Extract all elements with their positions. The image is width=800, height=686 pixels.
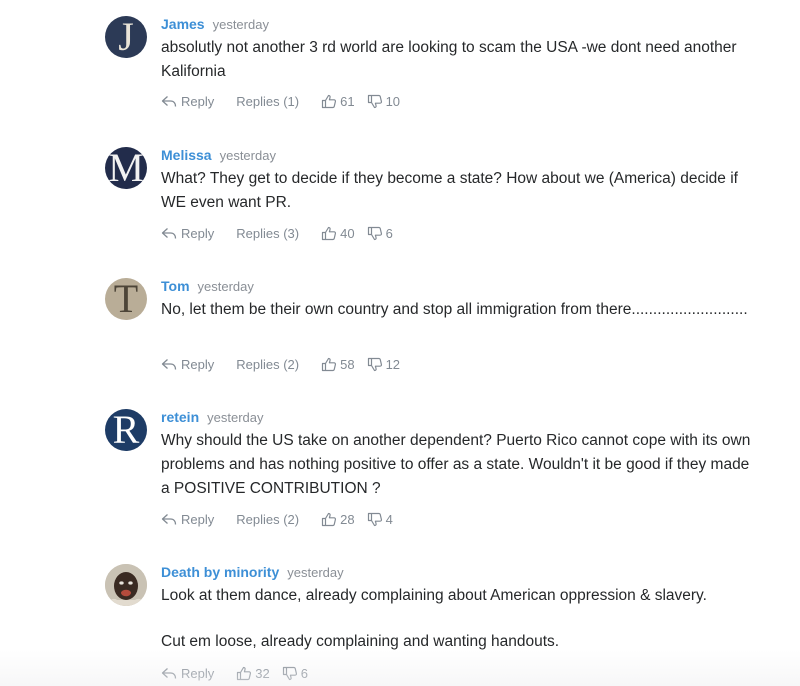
upvote-count: 32 [255, 666, 270, 681]
author-name[interactable]: Tom [161, 278, 190, 294]
avatar[interactable]: T [105, 278, 147, 320]
downvote-count: 12 [385, 357, 401, 372]
thumbs-up-icon [236, 666, 255, 681]
downvote-count: 4 [385, 512, 393, 527]
thumbs-down-button[interactable]: 4 [367, 512, 393, 527]
author-name[interactable]: Melissa [161, 147, 212, 163]
comment-text: No, let them be their own country and st… [161, 301, 748, 318]
avatar[interactable]: M [105, 147, 147, 189]
reply-icon [161, 227, 181, 240]
thumbs-down-icon [367, 94, 386, 109]
timestamp: yesterday [219, 148, 276, 163]
reply-icon [161, 95, 181, 108]
upvote-count: 61 [340, 94, 355, 109]
timestamp: yesterday [207, 410, 264, 425]
replies-button[interactable]: Replies (3) [236, 226, 299, 241]
thumbs-down-icon [367, 512, 386, 527]
comment-actions: Reply Replies (1) 61 10 [161, 94, 400, 109]
comment-body: What? They get to decide if they become … [161, 167, 761, 215]
comment-body: Look at them dance, already complaining … [161, 584, 761, 654]
reply-button[interactable]: Reply [161, 226, 214, 241]
downvote-count: 6 [300, 666, 308, 681]
reply-label: Reply [181, 226, 215, 241]
thumbs-up-button[interactable]: 40 [321, 226, 355, 241]
author-name[interactable]: Death by minority [161, 564, 279, 580]
thumbs-down-icon [282, 666, 301, 681]
comment-body: No, let them be their own country and st… [161, 298, 761, 322]
comment-actions: Reply Replies (3) 40 6 [161, 226, 393, 241]
comment-header: James yesterday [161, 16, 269, 36]
author-name[interactable]: retein [161, 409, 199, 425]
reply-label: Reply [181, 666, 215, 681]
comment-header: Melissa yesterday [161, 147, 276, 167]
thumbs-down-button[interactable]: 6 [282, 666, 308, 681]
timestamp: yesterday [197, 279, 254, 294]
thumbs-down-button[interactable]: 12 [367, 357, 400, 372]
comment-actions: Reply Replies (2) 58 12 [161, 357, 400, 372]
timestamp: yesterday [212, 17, 269, 32]
downvote-count: 6 [385, 226, 393, 241]
avatar-letter: R [112, 409, 140, 451]
avatar-letter: J [118, 16, 134, 58]
upvote-count: 28 [340, 512, 355, 527]
thumbs-up-button[interactable]: 58 [321, 357, 355, 372]
avatar[interactable] [105, 564, 147, 606]
avatar[interactable]: R [105, 409, 147, 451]
comment-actions: Reply 32 6 [161, 666, 308, 681]
comment-header: Tom yesterday [161, 278, 254, 298]
thumbs-up-icon [321, 357, 340, 372]
comment-header: Death by minority yesterday [161, 564, 344, 584]
thumbs-up-button[interactable]: 32 [236, 666, 270, 681]
reply-label: Reply [181, 357, 215, 372]
reply-button[interactable]: Reply [161, 666, 214, 681]
thumbs-down-icon [367, 226, 386, 241]
thumbs-up-icon [321, 226, 340, 241]
avatar[interactable]: J [105, 16, 147, 58]
upvote-count: 40 [340, 226, 355, 241]
comment-text: Look at them dance, already complaining … [161, 587, 707, 604]
comment-text: absolutly not another 3 rd world are loo… [161, 39, 737, 80]
author-name[interactable]: James [161, 16, 205, 32]
thumbs-up-button[interactable]: 61 [321, 94, 355, 109]
avatar-letter: M [108, 147, 144, 189]
reply-label: Reply [181, 94, 215, 109]
upvote-count: 58 [340, 357, 355, 372]
timestamp: yesterday [287, 565, 344, 580]
avatar-letter: T [113, 278, 139, 320]
comment-header: retein yesterday [161, 409, 264, 429]
comment-text: Cut em loose, already complaining and wa… [161, 633, 560, 650]
comment-text: What? They get to decide if they become … [161, 170, 738, 211]
reply-icon [161, 667, 181, 680]
thumbs-down-icon [367, 357, 386, 372]
reply-icon [161, 358, 181, 371]
reply-icon [161, 513, 181, 526]
replies-button[interactable]: Replies (2) [236, 357, 299, 372]
replies-button[interactable]: Replies (2) [236, 512, 299, 527]
thumbs-up-button[interactable]: 28 [321, 512, 355, 527]
thumbs-up-icon [321, 512, 340, 527]
thumbs-up-icon [321, 94, 340, 109]
reply-button[interactable]: Reply [161, 357, 214, 372]
reply-button[interactable]: Reply [161, 94, 214, 109]
reply-button[interactable]: Reply [161, 512, 214, 527]
replies-button[interactable]: Replies (1) [236, 94, 299, 109]
reply-label: Reply [181, 512, 215, 527]
thumbs-down-button[interactable]: 6 [367, 226, 393, 241]
comment-text: Why should the US take on another depend… [161, 432, 751, 497]
comment-body: Why should the US take on another depend… [161, 429, 761, 501]
bottom-fade [0, 650, 800, 686]
comment-body: absolutly not another 3 rd world are loo… [161, 36, 761, 84]
thumbs-down-button[interactable]: 10 [367, 94, 400, 109]
comment-actions: Reply Replies (2) 28 4 [161, 512, 393, 527]
downvote-count: 10 [385, 94, 401, 109]
